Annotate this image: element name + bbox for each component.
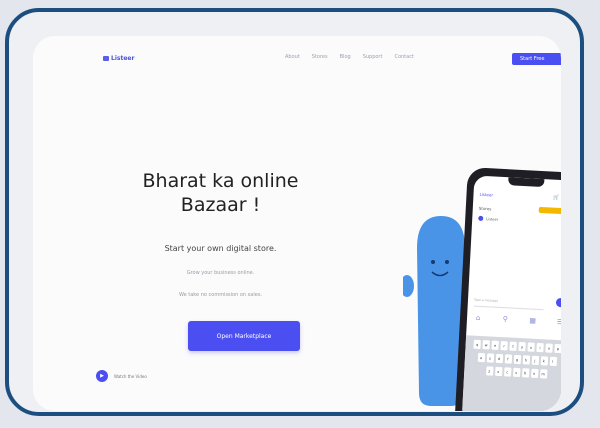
app-list-item[interactable]: Listeer — [478, 215, 499, 222]
menu-icon[interactable]: ☰ — [553, 318, 561, 331]
play-icon[interactable]: ▶ — [96, 370, 108, 382]
keyboard-key[interactable]: x — [494, 366, 503, 377]
keyboard-key[interactable]: e — [491, 340, 499, 350]
hero-tagline-2: We take no commission on sales. — [178, 292, 263, 298]
keyboard-key[interactable]: r — [500, 341, 508, 351]
watch-video-label: Watch the Video — [114, 373, 147, 379]
logo-icon — [103, 56, 109, 61]
keyboard-key[interactable]: p — [554, 343, 561, 354]
device-frame: Listeer About Stores Blog Support Contac… — [5, 8, 584, 416]
keyboard-key[interactable]: d — [495, 353, 503, 364]
home-icon[interactable]: ⌂ — [471, 313, 486, 326]
nav-link-contact[interactable]: Contact — [394, 54, 413, 60]
app-send-button[interactable] — [555, 297, 561, 308]
keyboard-key[interactable]: z — [485, 366, 494, 376]
keyboard-key[interactable]: y — [518, 341, 526, 352]
keyboard-key[interactable]: n — [530, 368, 538, 379]
keyboard-key[interactable]: v — [512, 367, 520, 378]
phone-notch — [508, 177, 545, 188]
website-screen: Listeer About Stores Blog Support Contac… — [33, 36, 561, 411]
keyboard-key[interactable]: w — [482, 340, 490, 350]
search-icon[interactable]: ⚲ — [498, 315, 513, 328]
nav-link-stores[interactable]: Stores — [312, 54, 328, 60]
keyboard-key[interactable]: q — [473, 339, 481, 349]
keyboard-key[interactable]: b — [521, 368, 529, 378]
app-message-input[interactable]: Type a message — [473, 297, 545, 311]
nav-link-about[interactable]: About — [285, 54, 300, 60]
hero-title: Bharat ka online Bazaar ! — [142, 170, 299, 216]
keyboard-key[interactable]: u — [527, 342, 535, 352]
keyboard-key[interactable]: c — [503, 367, 512, 377]
hero-subtitle: Start your own digital store. — [164, 244, 277, 253]
phone-mockup: Listeer 🛒 Stores Listeer Type a message … — [454, 167, 561, 411]
item-avatar — [478, 215, 484, 221]
app-title: Listeer — [479, 191, 494, 198]
app-tab-bar: ⌂ ⚲ ▦ ☰ — [471, 313, 561, 330]
watch-video-link[interactable]: ▶ Watch the Video — [96, 370, 147, 382]
logo-text: Listeer — [111, 55, 135, 62]
keyboard-key[interactable]: l — [549, 356, 557, 366]
keyboard-key[interactable]: f — [504, 354, 512, 364]
app-section-label: Stores — [478, 205, 492, 212]
keyboard-key[interactable]: k — [540, 356, 548, 366]
keyboard-key[interactable]: t — [509, 341, 517, 351]
phone-keyboard: qwertyuiop asdfghjkl zxcvbnm — [461, 335, 561, 411]
keyboard-key[interactable]: h — [522, 355, 530, 365]
phone-screen: Listeer 🛒 Stores Listeer Type a message … — [461, 175, 561, 411]
keyboard-key[interactable]: a — [477, 352, 485, 363]
open-marketplace-button[interactable]: Open Marketplace — [188, 321, 300, 351]
keyboard-key[interactable]: o — [545, 343, 553, 353]
keyboard-key[interactable]: s — [486, 353, 494, 363]
keyboard-key[interactable]: i — [536, 342, 544, 353]
app-badge[interactable] — [538, 206, 561, 215]
nav-link-support[interactable]: Support — [363, 54, 383, 60]
app-header-icons[interactable]: 🛒 — [553, 195, 560, 201]
nav-link-blog[interactable]: Blog — [340, 54, 351, 60]
hero-tagline-1: Grow your business online. — [186, 270, 255, 276]
keyboard-key[interactable]: j — [531, 355, 539, 366]
grid-icon[interactable]: ▦ — [525, 316, 540, 329]
top-navbar: Listeer About Stores Blog Support Contac… — [33, 36, 561, 66]
nav-links: About Stores Blog Support Contact — [285, 54, 414, 60]
keyboard-key[interactable]: m — [539, 369, 547, 379]
brand-logo[interactable]: Listeer — [103, 55, 134, 62]
start-button[interactable]: Start Free — [512, 53, 561, 65]
keyboard-key[interactable]: g — [513, 354, 521, 365]
app-item-label: Listeer — [486, 216, 499, 222]
